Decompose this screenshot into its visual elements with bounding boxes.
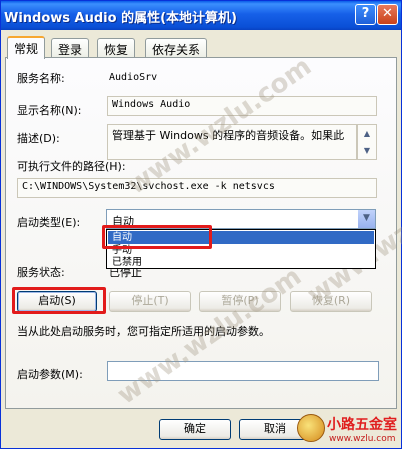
highlight-box-auto-option — [102, 225, 212, 249]
title-bar[interactable]: Windows Audio 的属性(本地计算机) ? ✕ — [1, 1, 401, 30]
start-params-label: 启动参数(M): — [17, 368, 83, 381]
startup-type-label: 启动类型(E): — [17, 216, 81, 229]
tab-dependencies[interactable]: 依存关系 — [145, 38, 208, 58]
description-scrollbar[interactable]: ▲ ▼ — [357, 124, 377, 160]
site-logo: 小路五金室 www.wzlu.com — [297, 410, 401, 448]
properties-dialog: Windows Audio 的属性(本地计算机) ? ✕ 常规 登录 恢复 依存… — [0, 0, 402, 449]
exe-path-label: 可执行文件的路径(H): — [17, 160, 126, 173]
display-name-label: 显示名称(N): — [17, 104, 82, 117]
service-status-label: 服务状态: — [17, 266, 65, 279]
logo-url: www.wzlu.com — [329, 434, 396, 444]
display-name-field[interactable]: Windows Audio — [107, 96, 377, 116]
start-params-hint: 当从此处启动服务时，您可指定所适用的启动参数。 — [17, 325, 270, 338]
ok-button[interactable]: 确定 — [159, 419, 231, 440]
tab-general[interactable]: 常规 — [7, 36, 46, 59]
service-name-value: AudioSrv — [109, 72, 158, 83]
help-button[interactable]: ? — [355, 4, 376, 25]
tab-recovery[interactable]: 恢复 — [97, 38, 136, 58]
description-field[interactable]: 管理基于 Windows 的程序的音频设备。如果此 — [107, 124, 357, 160]
start-params-input[interactable] — [107, 361, 379, 381]
exe-path-field[interactable]: C:\WINDOWS\System32\svchost.exe -k netsv… — [17, 178, 377, 198]
tab-logon[interactable]: 登录 — [51, 38, 90, 58]
close-button[interactable]: ✕ — [377, 4, 398, 25]
startup-option-disabled[interactable]: 已禁用 — [108, 256, 374, 269]
mascot-icon — [297, 414, 325, 442]
stop-button[interactable]: 停止(T) — [109, 291, 191, 312]
service-name-label: 服务名称: — [17, 72, 65, 85]
pause-button[interactable]: 暂停(P) — [199, 291, 281, 312]
highlight-box-start-button — [12, 287, 106, 314]
chevron-down-icon[interactable]: ▼ — [358, 210, 375, 228]
resume-button[interactable]: 恢复(R) — [290, 291, 372, 312]
window-title: Windows Audio 的属性(本地计算机) — [4, 11, 237, 26]
logo-title: 小路五金室 — [327, 417, 397, 433]
description-label: 描述(D): — [17, 132, 60, 145]
